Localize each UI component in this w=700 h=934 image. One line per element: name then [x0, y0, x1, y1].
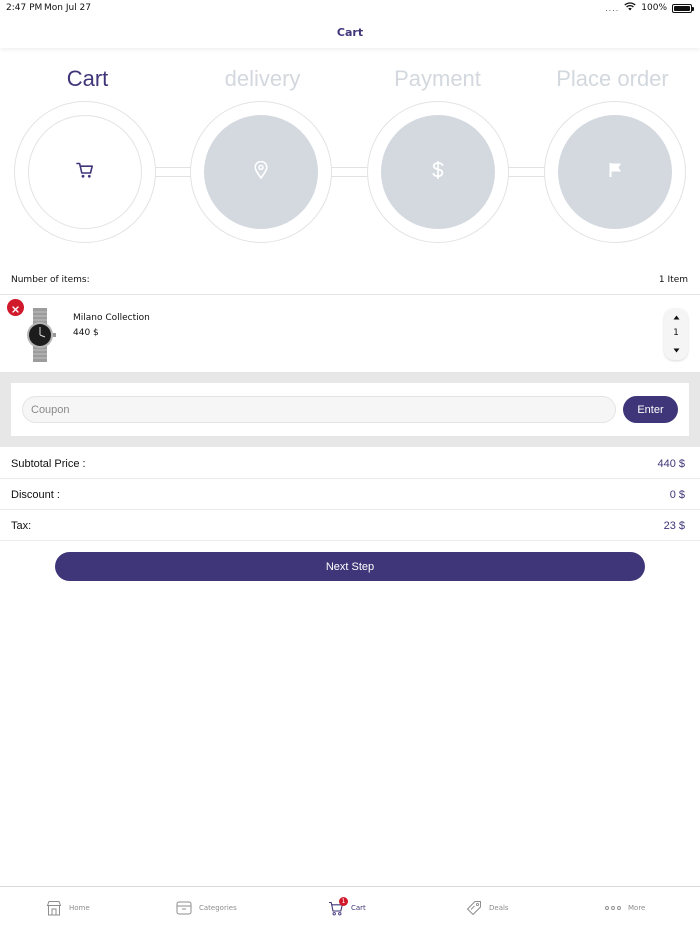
- status-date: Mon Jul 27: [44, 3, 92, 13]
- tab-more-label: More: [628, 904, 646, 912]
- navigation-bar: Cart: [0, 16, 700, 48]
- store-icon: [45, 899, 63, 917]
- cart-item[interactable]: Milano Collection 440 $ 1: [0, 296, 700, 372]
- categories-box-icon: [175, 899, 193, 917]
- tab-categories-label: Categories: [199, 904, 237, 912]
- step-delivery-circle: [204, 115, 318, 229]
- coupon-section: Enter: [0, 372, 700, 447]
- tax-value: 23 $: [663, 520, 685, 532]
- coupon-card: Enter: [11, 383, 689, 436]
- product-price: 440 $: [73, 328, 99, 338]
- cart-badge: 1: [339, 897, 348, 906]
- items-count-label: Number of items:: [11, 275, 90, 285]
- more-dots-icon: [604, 899, 622, 917]
- tab-bar: Home Categories 1 Cart Deals More: [0, 886, 700, 934]
- apply-coupon-button[interactable]: Enter: [623, 396, 678, 423]
- subtotal-value: 440 $: [657, 458, 685, 470]
- discount-label: Discount :: [11, 489, 60, 501]
- coupon-input[interactable]: [22, 396, 616, 423]
- tab-more[interactable]: More: [604, 897, 645, 919]
- tag-icon: [465, 899, 483, 917]
- quantity-stepper[interactable]: 1: [664, 308, 688, 360]
- status-bar: 2:47 PM Mon Jul 27 .... 100%: [0, 0, 700, 16]
- remove-item-button[interactable]: [7, 299, 24, 316]
- subtotal-row: Subtotal Price : 440 $: [0, 448, 700, 479]
- step-label-payment: Payment: [394, 66, 481, 91]
- step-place-order[interactable]: [544, 101, 686, 243]
- tab-cart[interactable]: 1 Cart: [327, 897, 366, 919]
- flag-icon: [608, 162, 622, 182]
- next-step-button[interactable]: Next Step: [55, 552, 645, 581]
- items-count-value: 1 Item: [658, 275, 688, 285]
- discount-row: Discount : 0 $: [0, 479, 700, 510]
- cart-icon: [76, 162, 94, 183]
- step-payment[interactable]: [367, 101, 509, 243]
- step-cart[interactable]: [14, 101, 156, 243]
- checkout-steps-labels: Cart delivery Payment Place order: [0, 66, 700, 98]
- status-indicators: .... 100%: [605, 2, 694, 14]
- tab-categories[interactable]: Categories: [175, 897, 237, 919]
- quantity-increase-button[interactable]: [664, 311, 688, 323]
- status-time: 2:47 PM: [6, 3, 43, 13]
- wifi-icon: [624, 2, 636, 14]
- step-label-delivery: delivery: [224, 66, 301, 91]
- step-place-order-circle: [558, 115, 672, 229]
- cart-icon: 1: [327, 897, 348, 917]
- step-connector: [502, 167, 550, 177]
- dollar-icon: [431, 160, 445, 184]
- signal-dots-icon: ....: [605, 3, 620, 13]
- tab-home[interactable]: Home: [45, 897, 90, 919]
- step-cart-circle: [28, 115, 142, 229]
- tab-deals[interactable]: Deals: [465, 897, 509, 919]
- tax-label: Tax:: [11, 520, 32, 532]
- page-title: Cart: [336, 26, 364, 39]
- location-pin-icon: [254, 160, 268, 183]
- step-label-place-order: Place order: [556, 66, 669, 91]
- step-label-cart: Cart: [66, 66, 109, 91]
- close-icon: [12, 298, 19, 317]
- tab-deals-label: Deals: [489, 904, 509, 912]
- tab-home-label: Home: [69, 904, 90, 912]
- quantity-decrease-button[interactable]: [664, 344, 688, 356]
- subtotal-label: Subtotal Price :: [11, 458, 86, 470]
- tab-cart-label: Cart: [351, 904, 366, 912]
- checkout-steps-progress: [0, 100, 700, 245]
- battery-percent: 100%: [641, 3, 667, 13]
- wristwatch-image: [24, 308, 56, 362]
- product-name: Milano Collection: [73, 313, 150, 323]
- step-payment-circle: [381, 115, 495, 229]
- battery-icon: [672, 3, 694, 13]
- tax-row: Tax: 23 $: [0, 510, 700, 541]
- discount-value: 0 $: [669, 489, 685, 501]
- items-count-row: Number of items: 1 Item: [0, 268, 700, 295]
- quantity-value: 1: [673, 328, 679, 338]
- step-delivery[interactable]: [190, 101, 332, 243]
